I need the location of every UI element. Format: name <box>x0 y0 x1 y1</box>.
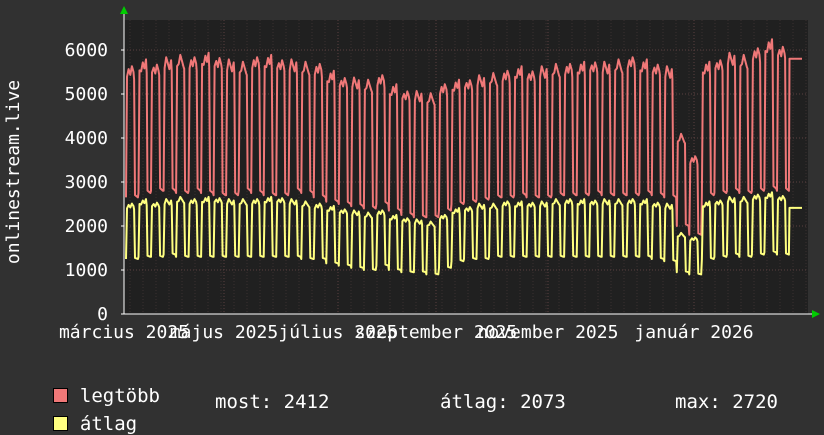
y-tick-label: 2000 <box>65 216 108 237</box>
y-tick-label: 1000 <box>65 260 108 281</box>
x-tick-labels: március 2025május 2025 július 2025szeptem… <box>59 322 754 343</box>
legend-item-avg: átlag <box>30 391 137 435</box>
x-tick-label: május 2025 <box>170 322 278 343</box>
stat-avg: átlag: 2073 <box>440 391 566 413</box>
y-axis-arrow <box>120 6 128 14</box>
y-tick-label: 3000 <box>65 172 108 193</box>
stat-max: max: 2720 <box>675 391 778 413</box>
y-tick-label: 4000 <box>65 128 108 149</box>
y-tick-label: 6000 <box>65 40 108 61</box>
y-axis-label: onlinestream.live <box>3 80 24 264</box>
legend-swatch-avg <box>52 416 68 431</box>
y-tick-labels: 0100020003000400050006000 <box>65 40 108 325</box>
x-axis-arrow <box>812 310 820 318</box>
stat-now: most: 2412 <box>215 391 330 413</box>
x-tick-label: január 2026 <box>634 322 753 343</box>
y-tick-label: 5000 <box>65 84 108 105</box>
x-tick-label: november 2025 <box>478 322 619 343</box>
legend-label-avg: átlag <box>79 413 138 435</box>
